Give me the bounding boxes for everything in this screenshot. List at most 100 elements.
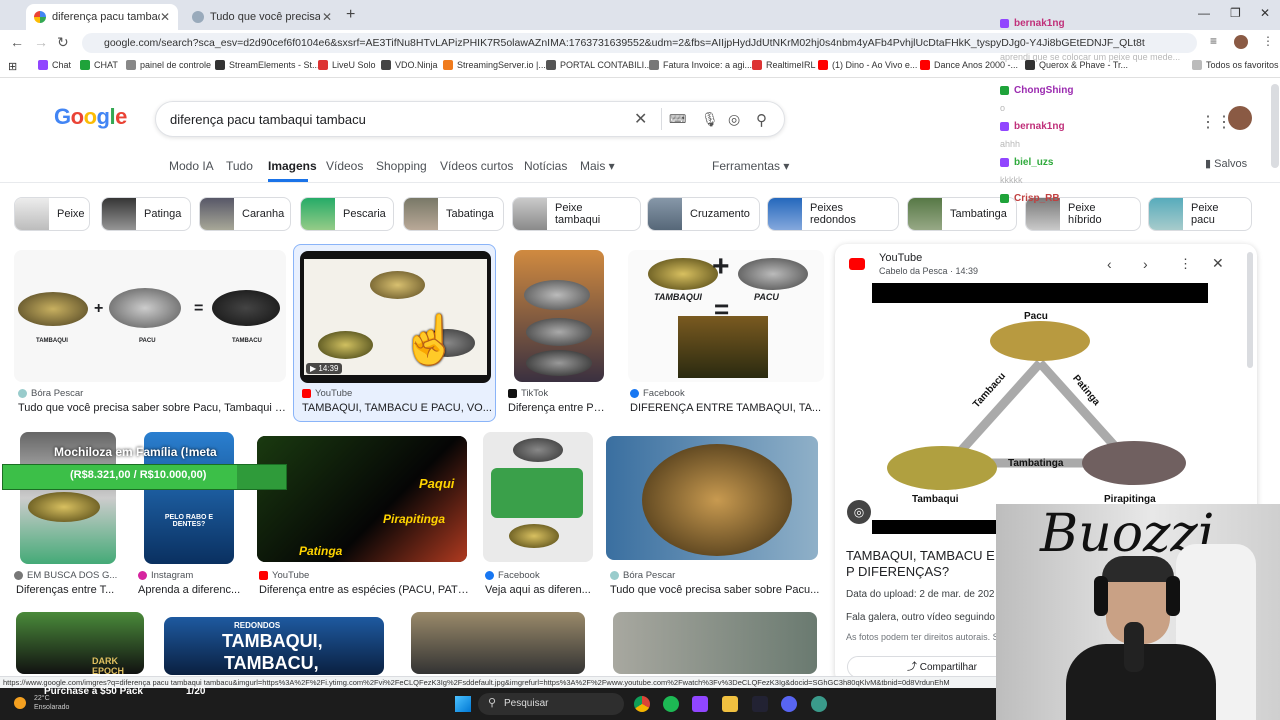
search-input[interactable]: diferença pacu tambaqui tambacu — [170, 112, 366, 127]
result-card[interactable] — [613, 612, 819, 674]
lens-search-icon[interactable]: ◎ — [847, 500, 871, 524]
result-source[interactable]: YouTube — [302, 388, 352, 399]
bookmark-item[interactable]: CHAT — [80, 60, 118, 70]
discord-icon[interactable] — [781, 696, 797, 712]
tab-shopping[interactable]: Shopping — [376, 159, 427, 173]
back-icon[interactable]: ← — [10, 34, 24, 50]
close-tab-icon[interactable]: ✕ — [322, 10, 332, 24]
new-tab-icon[interactable]: + — [346, 6, 355, 24]
result-card[interactable]: Facebook Veja aqui as diferen... — [483, 432, 595, 602]
tab-mais[interactable]: Mais ▾ — [580, 159, 615, 173]
twitch-icon[interactable] — [692, 696, 708, 712]
result-title[interactable]: DIFERENÇA ENTRE TAMBAQUI, TA... — [630, 402, 826, 414]
chip-patinga[interactable]: Patinga — [101, 197, 191, 231]
result-card[interactable]: TikTok Diferença entre Pa... — [508, 250, 611, 420]
result-source[interactable]: TikTok — [508, 388, 548, 399]
windows-start-icon[interactable] — [455, 696, 471, 712]
result-title[interactable]: Tudo que você precisa saber sobre Pacu, … — [18, 402, 286, 414]
tools-button[interactable]: Ferramentas ▾ — [712, 159, 789, 173]
result-source[interactable]: YouTube — [259, 570, 309, 581]
bookmark-item[interactable]: Fatura Invoice: a agi... — [649, 60, 752, 70]
panel-preview-image[interactable]: Pacu Tambacu Patinga Tambatinga Tambaqui… — [872, 283, 1208, 534]
keyboard-icon[interactable]: ⌨ — [669, 112, 686, 126]
result-source[interactable]: Facebook — [630, 388, 685, 399]
result-image[interactable]: REDONDOS TAMBAQUI, TAMBACU, — [164, 617, 384, 675]
result-source[interactable]: Instagram — [138, 570, 193, 581]
app-icon[interactable] — [811, 696, 827, 712]
bookmark-item[interactable]: painel de controle — [126, 60, 211, 70]
result-source[interactable]: Bóra Pescar — [18, 388, 83, 399]
close-panel-icon[interactable]: ✕ — [1212, 255, 1224, 272]
more-options-icon[interactable]: ⋮ — [1179, 256, 1192, 272]
microphone-icon[interactable]: 🎙 — [701, 111, 719, 128]
tab-videos-curtos[interactable]: Vídeos curtos — [440, 159, 513, 173]
result-image[interactable] — [514, 250, 604, 382]
panel-scrollbar[interactable] — [1247, 252, 1253, 368]
bookmark-item[interactable]: VDO.Ninja — [381, 60, 438, 70]
tab-modo-ia[interactable]: Modo IA — [169, 159, 214, 173]
result-card[interactable]: Paqui Pirapitinga Patinga YouTube Difere… — [257, 432, 471, 602]
result-image[interactable]: + TAMBAQUI PACU = — [628, 250, 824, 382]
result-title[interactable]: Diferença entre as espécies (PACU, PATI.… — [259, 584, 469, 596]
result-card[interactable]: Bóra Pescar Tudo que você precisa saber … — [606, 432, 820, 602]
result-image[interactable]: + = TAMBAQUI PACU TAMBACU — [14, 250, 286, 382]
tab-imagens[interactable]: Imagens — [268, 159, 317, 173]
tab-videos[interactable]: Vídeos — [326, 159, 363, 173]
result-image[interactable] — [606, 436, 818, 560]
result-image[interactable] — [613, 612, 817, 674]
panel-site[interactable]: YouTube — [879, 252, 922, 264]
close-tab-icon[interactable]: ✕ — [160, 10, 170, 24]
bookmark-item[interactable]: LiveU Solo — [318, 60, 376, 70]
result-image[interactable]: Paqui Pirapitinga Patinga — [257, 436, 467, 562]
bookmark-item[interactable]: PORTAL CONTABILI... — [546, 60, 652, 70]
bookmark-item[interactable]: (1) Dino - Ao Vivo e... — [818, 60, 917, 70]
result-card-selected[interactable]: ☝ ▶ 14:39 YouTube TAMBAQUI, TAMBACU E PA… — [293, 244, 496, 422]
chip-peixe-tambaqui[interactable]: Peixe tambaqui — [512, 197, 641, 231]
taskbar-search[interactable]: ⚲ Pesquisar — [478, 693, 624, 715]
clear-icon[interactable]: ✕ — [634, 109, 647, 129]
prev-icon[interactable]: ‹ — [1107, 256, 1112, 272]
result-image[interactable] — [483, 432, 593, 562]
chip-peixes-redondos[interactable]: Peixes redondos — [767, 197, 899, 231]
apps-grid-icon[interactable]: ⊞ — [8, 60, 17, 73]
result-source[interactable]: Bóra Pescar — [610, 570, 675, 581]
result-image[interactable] — [411, 612, 585, 674]
result-source[interactable]: Facebook — [485, 570, 540, 581]
search-icon[interactable]: ⚲ — [756, 111, 767, 129]
result-title[interactable]: Veja aqui as diferen... — [485, 584, 593, 596]
bookmark-item[interactable]: Chat — [38, 60, 71, 70]
app-icon[interactable] — [752, 696, 768, 712]
result-card[interactable]: REDONDOS TAMBAQUI, TAMBACU, — [164, 617, 386, 675]
bookmark-item[interactable]: StreamElements - St... — [215, 60, 320, 70]
search-box[interactable]: diferença pacu tambaqui tambacu ✕ ⌨ 🎙 ◎ … — [155, 101, 785, 137]
bookmark-item[interactable]: RealtimeIRL — [752, 60, 816, 70]
result-title[interactable]: Diferenças entre T... — [16, 584, 124, 596]
chip-pescaria[interactable]: Pescaria — [300, 197, 394, 231]
tab-bora-pescar[interactable]: Tudo que você precisa saber sob ✕ — [184, 4, 340, 30]
google-logo[interactable]: Google — [54, 104, 127, 130]
weather-icon[interactable] — [14, 697, 26, 709]
chip-peixe[interactable]: Peixe — [14, 197, 90, 231]
result-title[interactable]: TAMBAQUI, TAMBACU E PACU, VO... — [302, 402, 492, 414]
lens-icon[interactable]: ◎ — [728, 111, 740, 128]
reload-icon[interactable]: ↻ — [57, 34, 69, 51]
chip-cruzamento[interactable]: Cruzamento — [647, 197, 760, 231]
result-card[interactable] — [411, 612, 587, 674]
next-icon[interactable]: › — [1143, 256, 1148, 272]
result-title[interactable]: Diferença entre Pa... — [508, 402, 608, 414]
result-image[interactable]: ☝ ▶ 14:39 — [300, 251, 491, 383]
result-title[interactable]: Aprenda a diferenc... — [138, 584, 246, 596]
bookmark-item[interactable]: StreamingServer.io |... — [443, 60, 546, 70]
tab-tudo[interactable]: Tudo — [226, 159, 253, 173]
result-title[interactable]: Tudo que você precisa saber sobre Pacu..… — [610, 584, 820, 596]
tab-google-search[interactable]: diferença pacu tambaqui tamba ✕ — [26, 4, 178, 30]
result-card[interactable]: + = TAMBAQUI PACU TAMBACU Bóra Pescar Tu… — [14, 250, 286, 420]
result-source[interactable]: EM BUSCA DOS G... — [14, 570, 117, 581]
result-image[interactable]: DARK EPOCH — [16, 612, 144, 674]
result-card[interactable]: + TAMBAQUI PACU = Facebook DIFERENÇA ENT… — [628, 250, 828, 420]
result-card[interactable]: DARK EPOCH — [14, 612, 144, 676]
forward-icon[interactable]: → — [34, 34, 48, 50]
tab-noticias[interactable]: Notícias — [524, 159, 567, 173]
panel-heading[interactable]: TAMBAQUI, TAMBACU E P DIFERENÇAS? — [846, 548, 1006, 580]
chip-tabatinga[interactable]: Tabatinga — [403, 197, 504, 231]
